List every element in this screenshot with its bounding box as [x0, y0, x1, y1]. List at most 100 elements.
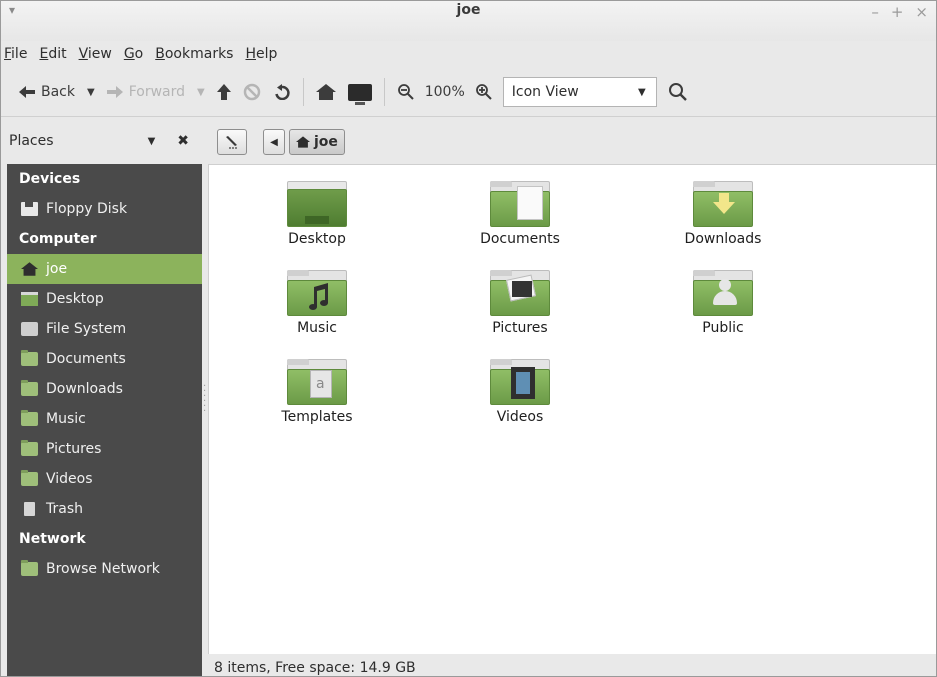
home-button[interactable]: [310, 75, 342, 109]
folder-downloads-icon: [21, 380, 38, 396]
window-title: joe: [456, 2, 481, 18]
floppy-disk-icon: [21, 202, 38, 216]
reload-button[interactable]: [267, 75, 297, 109]
stop-button[interactable]: [237, 75, 267, 109]
maximize-button[interactable]: +: [891, 3, 904, 21]
toolbar: Back ▼ Forward ▼ 100% Icon View ▼: [1, 69, 936, 115]
home-icon: [315, 84, 336, 100]
view-mode-select[interactable]: Icon View ▼: [502, 77, 657, 107]
sidebar-section-computer: Computer: [19, 231, 97, 247]
title-bar[interactable]: ▾ joe – + ×: [1, 1, 936, 41]
sidebar-item-label: Music: [46, 411, 86, 427]
sidebar-item-desktop[interactable]: Desktop: [7, 284, 202, 314]
videos-folder-icon: [490, 359, 550, 405]
menu-bar: File Edit View Go Bookmarks Help: [1, 41, 283, 65]
up-arrow-icon: [216, 84, 231, 100]
menu-edit[interactable]: Edit: [33, 41, 72, 65]
sidebar-item-label: File System: [46, 321, 127, 337]
home-icon: [296, 136, 310, 148]
places-label: Places: [9, 133, 54, 149]
sidebar-item-trash[interactable]: Trash: [7, 494, 202, 524]
folder-documents-icon: [21, 350, 38, 366]
menu-bookmarks[interactable]: Bookmarks: [149, 41, 239, 65]
menu-file[interactable]: File: [1, 41, 33, 65]
file-item-desktop[interactable]: Desktop: [257, 181, 377, 247]
forward-arrow-icon: [106, 86, 123, 98]
grip-icon: · · · · · ·: [203, 381, 207, 417]
close-sidebar-icon[interactable]: ✖: [177, 133, 189, 149]
file-label: Templates: [281, 409, 353, 425]
window-controls: – + ×: [871, 1, 928, 23]
file-item-pictures[interactable]: Pictures: [460, 270, 580, 336]
toggle-location-entry-button[interactable]: [217, 129, 247, 155]
view-mode-value: Icon View: [511, 84, 579, 100]
file-label: Downloads: [684, 231, 762, 247]
sidebar-item-floppy-disk[interactable]: Floppy Disk: [7, 194, 202, 224]
file-label: Documents: [480, 231, 560, 247]
sidebar-item-label: Browse Network: [46, 561, 160, 577]
sidebar-section-network: Network: [19, 531, 86, 547]
sidebar-item-browse-network[interactable]: Browse Network: [7, 554, 202, 584]
file-manager-window: ▾ joe – + × File Edit View Go Bookmarks …: [0, 0, 937, 677]
back-button[interactable]: Back ▼: [13, 75, 101, 109]
folder-music-icon: [21, 410, 38, 426]
menu-help[interactable]: Help: [239, 41, 283, 65]
zoom-out-button[interactable]: [391, 75, 421, 109]
back-label: Back: [41, 84, 75, 100]
close-button[interactable]: ×: [915, 3, 928, 21]
breadcrumb-home[interactable]: joe: [289, 129, 345, 155]
file-view[interactable]: Desktop Documents Downloads Music Pictur…: [208, 164, 936, 654]
zoom-level[interactable]: 100%: [421, 84, 469, 100]
chevron-down-icon[interactable]: ▼: [148, 136, 156, 147]
toolbar-separator: [383, 78, 385, 106]
sidebar-item-videos[interactable]: Videos: [7, 464, 202, 494]
sidebar-item-label: Videos: [46, 471, 93, 487]
sidebar-item-label: Trash: [46, 501, 83, 517]
sidebar-item-label: Documents: [46, 351, 126, 367]
sidebar-item-downloads[interactable]: Downloads: [7, 374, 202, 404]
music-folder-icon: [287, 270, 347, 316]
sidebar: Devices Floppy Disk Computer joe Desktop…: [7, 164, 202, 676]
back-arrow-icon: [19, 86, 35, 98]
pencil-icon: [226, 136, 237, 149]
network-icon: [21, 560, 38, 576]
menu-go[interactable]: Go: [118, 41, 149, 65]
sidebar-item-file-system[interactable]: File System: [7, 314, 202, 344]
desktop-icon: [21, 292, 38, 306]
menu-view[interactable]: View: [73, 41, 118, 65]
file-label: Videos: [496, 409, 544, 425]
zoom-in-icon: [475, 84, 492, 100]
sidebar-item-pictures[interactable]: Pictures: [7, 434, 202, 464]
templates-folder-icon: a: [287, 359, 347, 405]
file-item-videos[interactable]: Videos: [460, 359, 580, 425]
file-item-public[interactable]: Public: [663, 270, 783, 336]
sidebar-item-documents[interactable]: Documents: [7, 344, 202, 374]
file-item-templates[interactable]: a Templates: [257, 359, 377, 425]
forward-button[interactable]: Forward ▼: [101, 75, 211, 109]
back-history-dropdown-icon[interactable]: ▼: [87, 87, 95, 98]
sidebar-item-music[interactable]: Music: [7, 404, 202, 434]
breadcrumb-label: joe: [314, 134, 338, 150]
forward-label: Forward: [128, 84, 186, 100]
forward-history-dropdown-icon[interactable]: ▼: [197, 87, 205, 98]
trash-icon: [24, 502, 35, 516]
file-label: Pictures: [492, 320, 548, 336]
folder-videos-icon: [21, 470, 38, 486]
zoom-in-button[interactable]: [469, 75, 499, 109]
search-button[interactable]: [663, 77, 693, 107]
minimize-button[interactable]: –: [871, 3, 879, 21]
sidebar-item-joe[interactable]: joe: [7, 254, 202, 284]
toolbar-separator: [302, 78, 304, 106]
up-button[interactable]: [211, 75, 237, 109]
search-icon: [668, 83, 687, 101]
places-selector[interactable]: Places ▼ ✖: [7, 128, 195, 154]
reload-icon: [274, 84, 290, 100]
file-item-downloads[interactable]: Downloads: [663, 181, 783, 247]
file-item-music[interactable]: Music: [257, 270, 377, 336]
file-item-documents[interactable]: Documents: [460, 181, 580, 247]
computer-icon: [347, 83, 372, 105]
breadcrumb-scroll-left-button[interactable]: ◀: [263, 129, 285, 155]
computer-button[interactable]: [342, 75, 378, 109]
file-label: Public: [702, 320, 744, 336]
desktop-folder-icon: [287, 181, 347, 227]
